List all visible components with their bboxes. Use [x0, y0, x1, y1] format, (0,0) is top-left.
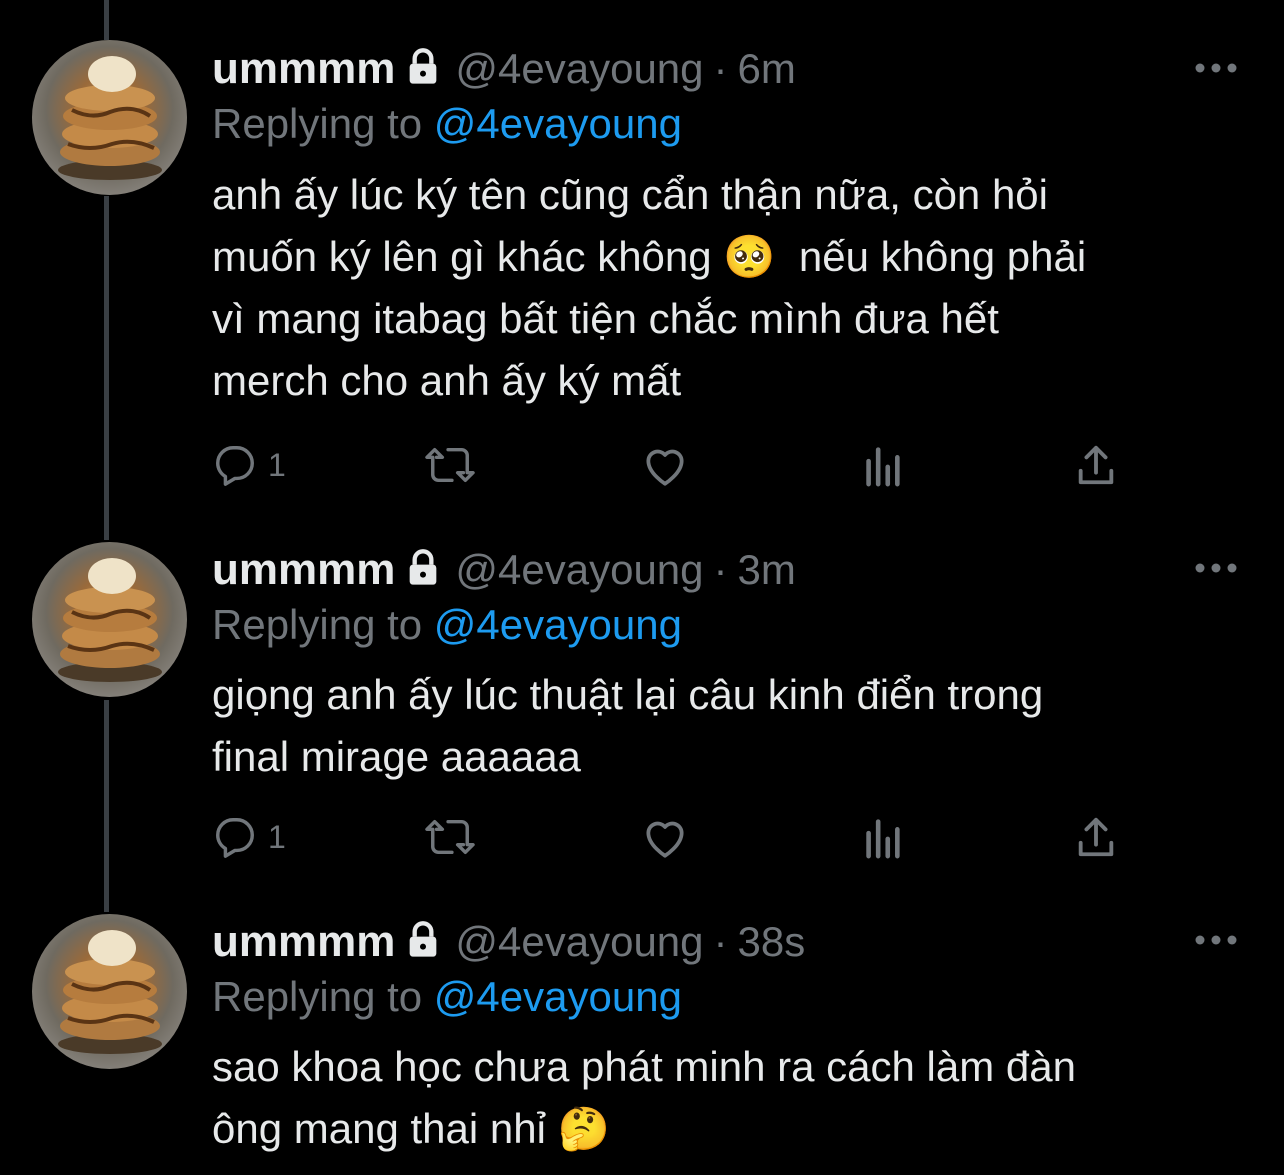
thread-line [104, 196, 109, 540]
tweet-text: anh ấy lúc ký tên cũng cẩn thận nữa, còn… [212, 171, 1087, 404]
reply-count: 1 [268, 446, 286, 483]
views-icon [866, 819, 900, 859]
views-button[interactable] [862, 440, 902, 490]
more-icon[interactable] [1194, 58, 1238, 78]
more-icon[interactable] [1194, 930, 1238, 950]
avatar[interactable] [32, 40, 187, 195]
reply-icon [216, 818, 254, 858]
replying-to-line: Replying to @4evayoung [212, 100, 682, 148]
display-name[interactable]: ummmm [212, 545, 395, 595]
reply-icon [216, 446, 254, 486]
tweet-actions: 1 [212, 440, 1132, 490]
user-handle[interactable]: @4evayoung [455, 918, 703, 966]
retweet-button[interactable] [422, 812, 478, 862]
like-button[interactable] [640, 440, 690, 490]
share-icon [1078, 817, 1114, 857]
waffle-stack-image [58, 56, 162, 180]
reply-count: 1 [268, 818, 286, 855]
user-handle[interactable]: @4evayoung [455, 45, 703, 93]
replying-label: Replying to [212, 601, 423, 648]
tweet-actions: 1 [212, 812, 1132, 862]
reply-button[interactable]: 1 [212, 812, 286, 862]
display-name[interactable]: ummmm [212, 917, 395, 967]
like-button[interactable] [640, 812, 690, 862]
timestamp[interactable]: 3m [738, 546, 796, 594]
replying-to-line: Replying to @4evayoung [212, 973, 682, 1021]
lock-icon [403, 548, 443, 593]
avatar[interactable] [32, 914, 187, 1069]
share-icon [1078, 445, 1114, 485]
replying-label: Replying to [212, 973, 423, 1020]
like-icon [646, 449, 684, 486]
share-button[interactable] [1074, 812, 1118, 862]
views-icon [866, 447, 900, 487]
mention-link[interactable]: @4evayoung [434, 100, 682, 147]
avatar[interactable] [32, 542, 187, 697]
lock-icon [403, 920, 443, 965]
replying-to-line: Replying to @4evayoung [212, 601, 682, 649]
mention-link[interactable]: @4evayoung [434, 973, 682, 1020]
display-name[interactable]: ummmm [212, 44, 395, 94]
reply-button[interactable]: 1 [212, 440, 286, 490]
waffle-stack-image [58, 558, 162, 682]
user-handle[interactable]: @4evayoung [455, 546, 703, 594]
tweet-text: sao khoa học chưa phát minh ra cách làm … [212, 1043, 1076, 1152]
share-button[interactable] [1074, 440, 1118, 490]
like-icon [646, 821, 684, 858]
thread-line [104, 0, 109, 40]
retweet-icon [425, 819, 475, 855]
thread-line [104, 700, 109, 912]
retweet-icon [425, 447, 475, 483]
separator-dot: · [713, 918, 728, 965]
lock-icon [403, 47, 443, 92]
tweet-text: giọng anh ấy lúc thuật lại câu kinh điển… [212, 671, 1044, 780]
separator-dot: · [713, 546, 728, 593]
retweet-button[interactable] [422, 440, 478, 490]
timestamp[interactable]: 6m [738, 45, 796, 93]
replying-label: Replying to [212, 100, 423, 147]
separator-dot: · [713, 45, 728, 92]
views-button[interactable] [862, 812, 902, 862]
more-icon[interactable] [1194, 558, 1238, 578]
waffle-stack-image [58, 930, 162, 1054]
timestamp[interactable]: 38s [738, 918, 806, 966]
mention-link[interactable]: @4evayoung [434, 601, 682, 648]
